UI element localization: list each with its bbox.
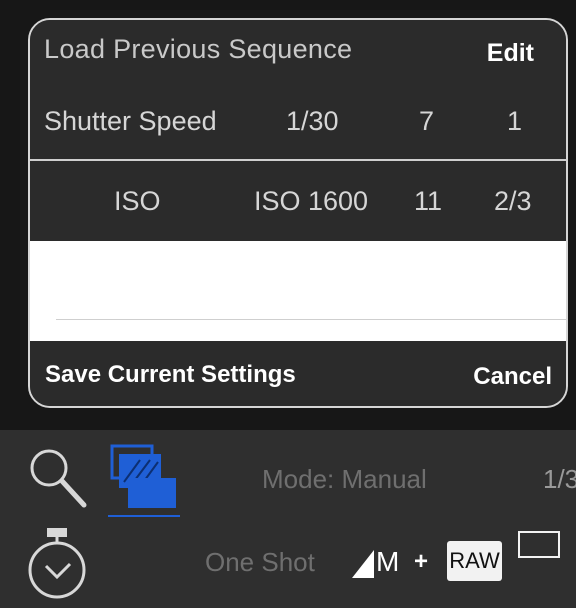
shutter-speed-readout[interactable]: 1/3 bbox=[543, 464, 576, 495]
search-icon[interactable] bbox=[26, 446, 90, 510]
dialog-header: Load Previous Sequence Edit bbox=[30, 20, 566, 82]
timer-icon[interactable] bbox=[24, 526, 90, 600]
image-quality-label[interactable]: M bbox=[376, 546, 399, 578]
quality-icon bbox=[352, 550, 374, 578]
empty-list-area bbox=[30, 241, 566, 341]
drive-mode-label[interactable]: One Shot bbox=[205, 547, 315, 578]
row-step: 2/3 bbox=[494, 185, 532, 216]
dialog-footer: Save Current Settings Cancel bbox=[30, 341, 566, 406]
save-current-settings-button[interactable]: Save Current Settings bbox=[45, 361, 296, 389]
plus-sign: + bbox=[414, 548, 429, 575]
row-setting-name: ISO bbox=[114, 185, 161, 216]
row-setting-value: 1/30 bbox=[286, 105, 339, 136]
mode-label[interactable]: Mode: Manual bbox=[262, 464, 427, 495]
aspect-ratio-icon[interactable] bbox=[518, 531, 560, 558]
cancel-button[interactable]: Cancel bbox=[473, 363, 552, 391]
edit-button[interactable]: Edit bbox=[487, 39, 534, 68]
row-setting-name: Shutter Speed bbox=[44, 105, 217, 136]
load-sequence-dialog: Load Previous Sequence Edit Shutter Spee… bbox=[28, 18, 568, 408]
sequence-icon[interactable] bbox=[106, 442, 182, 518]
row-step: 1 bbox=[507, 105, 523, 136]
sequence-row-shutter[interactable]: Shutter Speed 1/30 7 1 bbox=[30, 82, 566, 160]
sequence-row-iso[interactable]: ISO ISO 1600 11 2/3 bbox=[30, 161, 566, 241]
list-divider bbox=[56, 319, 566, 320]
row-shot-count: 7 bbox=[419, 105, 435, 136]
dialog-title: Load Previous Sequence bbox=[44, 34, 353, 64]
row-setting-value: ISO 1600 bbox=[254, 185, 369, 216]
raw-badge[interactable]: RAW bbox=[447, 541, 502, 581]
row-shot-count: 11 bbox=[414, 185, 443, 216]
